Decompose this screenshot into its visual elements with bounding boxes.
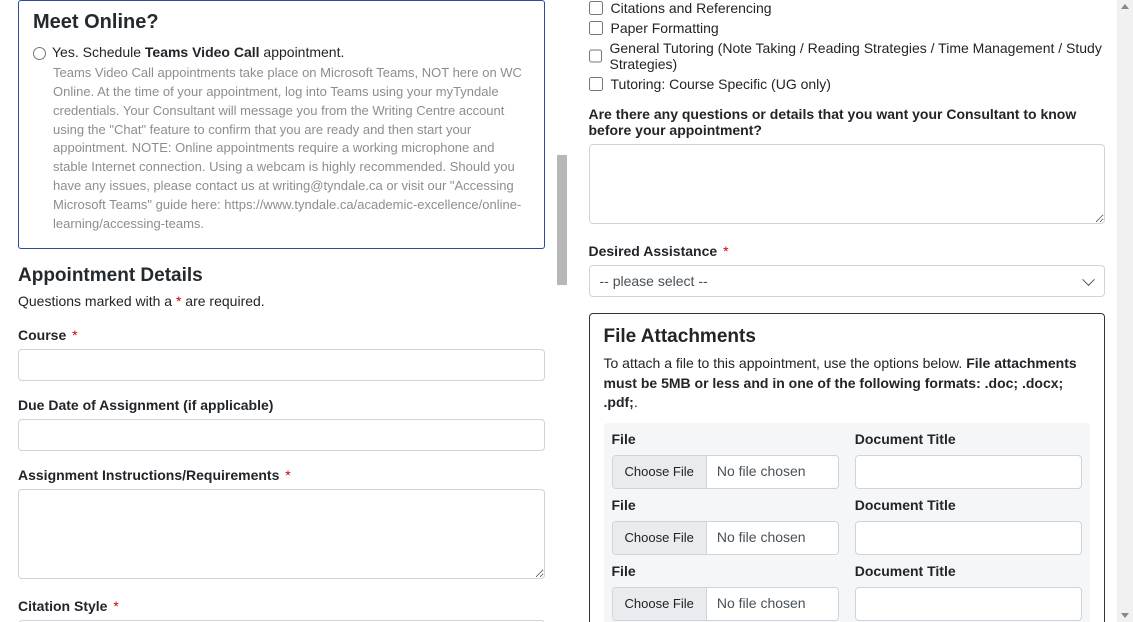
left-scrollbar-thumb[interactable] bbox=[557, 155, 567, 285]
file-name-1: No file chosen bbox=[707, 456, 838, 488]
doc-title-label-2: Document Title bbox=[855, 497, 1082, 513]
meet-online-description: Teams Video Call appointments take place… bbox=[33, 64, 530, 234]
course-input[interactable] bbox=[18, 349, 545, 381]
meet-online-radio[interactable] bbox=[33, 47, 46, 60]
file-attachments-title: File Attachments bbox=[604, 326, 1091, 348]
help-option-label: General Tutoring (Note Taking / Reading … bbox=[610, 40, 1106, 72]
meet-online-radio-label: Yes. Schedule Teams Video Call appointme… bbox=[52, 44, 344, 60]
required-note: Questions marked with a * are required. bbox=[18, 293, 545, 309]
meet-online-title: Meet Online? bbox=[33, 11, 530, 34]
instructions-label: Assignment Instructions/Requirements * bbox=[18, 467, 545, 483]
help-checkbox-course-specific[interactable] bbox=[589, 77, 603, 91]
help-option-row: General Tutoring (Note Taking / Reading … bbox=[589, 40, 1106, 72]
appointment-details-title: Appointment Details bbox=[18, 265, 545, 287]
doc-title-input-1[interactable] bbox=[855, 455, 1082, 489]
file-picker-2[interactable]: Choose File No file chosen bbox=[612, 521, 839, 555]
help-checkbox-general-tutoring[interactable] bbox=[589, 49, 602, 63]
help-checkbox-formatting[interactable] bbox=[589, 21, 603, 35]
doc-title-input-2[interactable] bbox=[855, 521, 1082, 555]
help-option-label: Tutoring: Course Specific (UG only) bbox=[611, 76, 831, 92]
doc-title-label-3: Document Title bbox=[855, 563, 1082, 579]
file-attachments-panel: File Attachments To attach a file to thi… bbox=[589, 313, 1106, 622]
consultant-questions-label: Are there any questions or details that … bbox=[589, 106, 1106, 138]
help-option-row: Tutoring: Course Specific (UG only) bbox=[589, 76, 1106, 92]
file-name-2: No file chosen bbox=[707, 522, 838, 554]
instructions-textarea[interactable] bbox=[18, 489, 545, 579]
page-scrollbar[interactable] bbox=[1117, 0, 1133, 622]
due-date-label: Due Date of Assignment (if applicable) bbox=[18, 397, 545, 413]
doc-title-label-1: Document Title bbox=[855, 431, 1082, 447]
file-picker-1[interactable]: Choose File No file chosen bbox=[612, 455, 839, 489]
choose-file-button-3[interactable]: Choose File bbox=[613, 588, 707, 620]
help-option-label: Paper Formatting bbox=[611, 20, 719, 36]
file-label-3: File bbox=[612, 563, 839, 579]
help-checkbox-citations[interactable] bbox=[589, 1, 603, 15]
desired-assistance-label: Desired Assistance * bbox=[589, 243, 1106, 259]
file-label-1: File bbox=[612, 431, 839, 447]
desired-assistance-select[interactable]: -- please select -- bbox=[589, 265, 1106, 297]
course-label: Course * bbox=[18, 327, 545, 343]
file-name-3: No file chosen bbox=[707, 588, 838, 620]
due-date-input[interactable] bbox=[18, 419, 545, 451]
file-label-2: File bbox=[612, 497, 839, 513]
help-option-label: Citations and Referencing bbox=[611, 0, 772, 16]
doc-title-input-3[interactable] bbox=[855, 587, 1082, 621]
choose-file-button-2[interactable]: Choose File bbox=[613, 522, 707, 554]
meet-online-panel: Meet Online? Yes. Schedule Teams Video C… bbox=[18, 0, 545, 249]
citation-style-label: Citation Style * bbox=[18, 598, 545, 614]
file-attachments-intro: To attach a file to this appointment, us… bbox=[604, 354, 1091, 413]
help-option-row: Paper Formatting bbox=[589, 20, 1106, 36]
consultant-questions-textarea[interactable] bbox=[589, 144, 1106, 224]
file-picker-3[interactable]: Choose File No file chosen bbox=[612, 587, 839, 621]
help-option-row: Citations and Referencing bbox=[589, 0, 1106, 16]
choose-file-button-1[interactable]: Choose File bbox=[613, 456, 707, 488]
